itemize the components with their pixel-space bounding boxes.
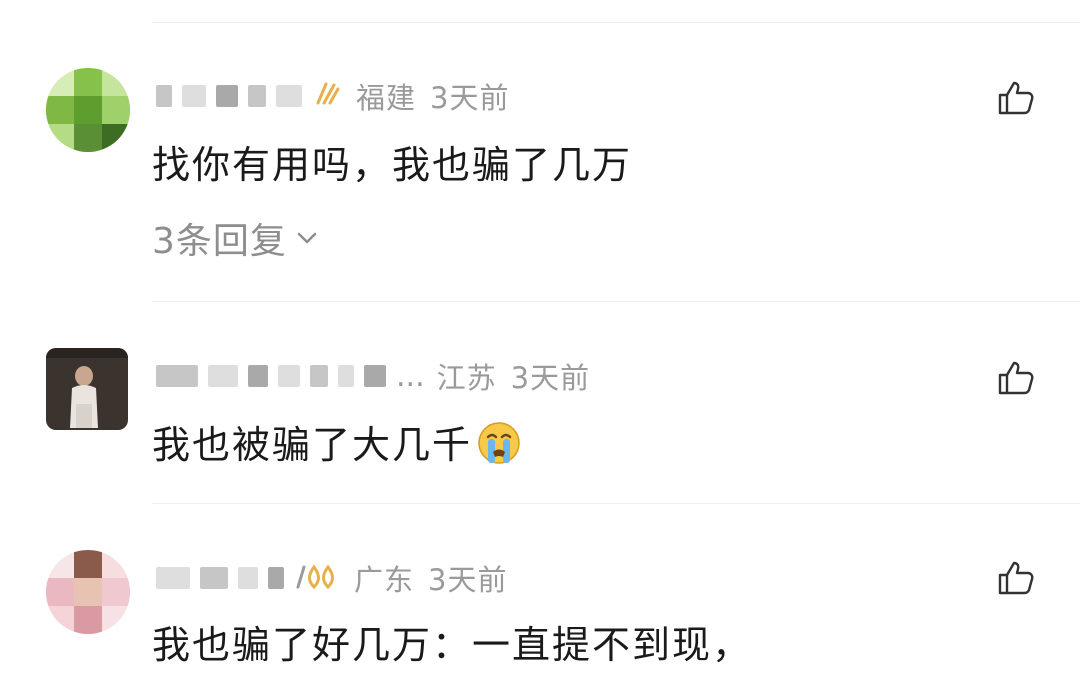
- username-redacted: [238, 567, 258, 589]
- gold-badge-icon: [294, 561, 340, 595]
- username-redacted[interactable]: [156, 567, 190, 589]
- comment-location: 江苏: [436, 361, 497, 395]
- divider: [152, 22, 1080, 23]
- comment-time: 3天前: [430, 81, 510, 115]
- comment-meta: ... 江苏 3天前: [156, 356, 590, 396]
- comment-time: 3天前: [510, 361, 591, 395]
- username-redacted: [200, 567, 228, 589]
- divider: [152, 503, 1080, 504]
- thumbs-up-icon: [998, 81, 1034, 115]
- comment-text: 我也骗了好几万：一直提不到现，: [152, 623, 753, 667]
- avatar[interactable]: [46, 348, 128, 430]
- avatar[interactable]: [46, 550, 130, 634]
- avatar[interactable]: [46, 68, 130, 152]
- username-redacted: [276, 85, 302, 107]
- replies-label: 3条回复: [152, 221, 287, 262]
- gold-badge-icon: [312, 79, 342, 113]
- comment-location: 福建: [356, 81, 417, 115]
- username-redacted: [268, 567, 284, 589]
- comment-text-row: 我也被骗了大几千: [152, 414, 522, 475]
- comment-meta: 福建 3天前: [156, 76, 509, 116]
- avatar-image-icon: [46, 68, 130, 152]
- username-redacted: [310, 365, 328, 387]
- like-button[interactable]: [996, 358, 1036, 398]
- avatar-image-icon: [46, 348, 128, 430]
- comment-text: 找你有用吗，我也骗了几万: [152, 143, 633, 187]
- username-redacted: [278, 365, 300, 387]
- comment-meta: 广东 3天前: [156, 558, 507, 598]
- username-redacted: [248, 85, 266, 107]
- view-replies-button[interactable]: 3条回复: [152, 212, 319, 264]
- thumbs-up-icon: [998, 361, 1034, 395]
- username-redacted: [216, 85, 238, 107]
- comment-time: 3天前: [428, 563, 508, 597]
- comment-list: 福建 3天前 找你有用吗，我也骗了几万 3条回复 ... 江苏 3天前 我也被骗…: [0, 0, 1080, 681]
- like-button[interactable]: [996, 78, 1036, 118]
- comment-location: 广东: [354, 563, 415, 597]
- username-redacted[interactable]: [156, 365, 198, 387]
- username-redacted: [364, 365, 386, 387]
- thumbs-up-icon: [998, 561, 1034, 595]
- like-button[interactable]: [996, 558, 1036, 598]
- chevron-down-icon: [295, 218, 319, 259]
- crying-face-emoji-icon: [476, 420, 522, 475]
- comment-text: 我也被骗了大几千: [152, 423, 473, 467]
- username-redacted[interactable]: [156, 85, 172, 107]
- username-redacted: [248, 365, 268, 387]
- username-redacted: [182, 85, 206, 107]
- username-redacted: [338, 365, 354, 387]
- divider: [152, 301, 1080, 302]
- avatar-image-icon: [46, 550, 130, 634]
- username-redacted: [208, 365, 238, 387]
- username-ellipsis: ...: [396, 358, 425, 394]
